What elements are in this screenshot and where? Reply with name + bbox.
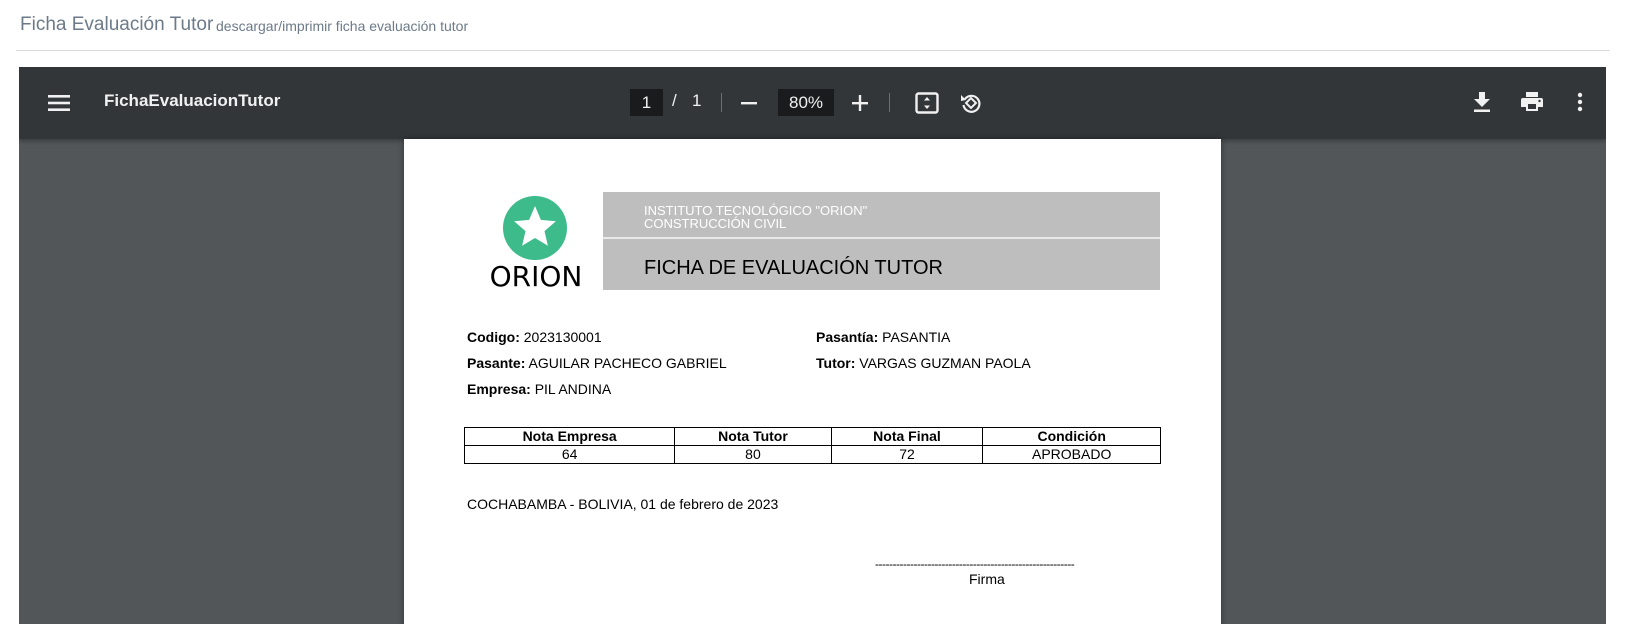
grades-table: Nota Empresa Nota Tutor Nota Final Condi…	[463, 427, 1161, 464]
total-pages: 1	[692, 91, 702, 110]
codigo-field: Codigo: 2023130001	[467, 329, 602, 345]
form-title: FICHA DE EVALUACIÓN TUTOR	[644, 257, 943, 279]
cell-condicion: APROBADO	[982, 445, 1161, 464]
orion-logo: ORION	[489, 195, 584, 293]
header-nota-tutor: Nota Tutor	[674, 427, 832, 446]
zoom-level-input[interactable]: 80%	[778, 89, 834, 116]
toolbar-divider	[889, 93, 890, 112]
signature-label: Firma	[969, 571, 1005, 587]
document-header-box: INSTITUTO TECNOLÓGICO "ORION" CONSTRUCCI…	[603, 192, 1160, 290]
cell-nota-tutor: 80	[674, 445, 832, 464]
tutor-field: Tutor: VARGAS GUZMAN PAOLA	[816, 355, 1031, 371]
page-subtitle: descargar/imprimir ficha evaluación tuto…	[216, 18, 469, 34]
pasantia-field: Pasantía: PASANTIA	[816, 329, 950, 345]
pdf-viewer[interactable]: FichaEvaluacionTutor 1 / 1 80% ORION INS…	[19, 67, 1606, 624]
download-icon[interactable]	[1467, 87, 1497, 117]
toolbar-divider	[721, 93, 722, 112]
empresa-label: Empresa:	[467, 381, 531, 397]
pdf-toolbar: FichaEvaluacionTutor 1 / 1 80%	[19, 67, 1606, 139]
more-options-icon[interactable]	[1570, 87, 1590, 117]
header-divider	[603, 237, 1160, 239]
cell-nota-final: 72	[830, 445, 984, 464]
tutor-label: Tutor:	[816, 355, 856, 371]
cell-nota-empresa: 64	[463, 445, 676, 464]
page-header: Ficha Evaluación Tutor descargar/imprimi…	[16, 0, 1610, 51]
table-row: 64 80 72 APROBADO	[463, 445, 1161, 464]
pasante-label: Pasante:	[467, 355, 526, 371]
pasante-value: AGUILAR PACHECO GABRIEL	[528, 355, 727, 371]
svg-text:ORION: ORION	[490, 260, 583, 289]
fit-page-icon[interactable]	[912, 88, 942, 118]
pasante-field: Pasante: AGUILAR PACHECO GABRIEL	[467, 355, 727, 371]
pasantia-value: PASANTIA	[882, 329, 951, 345]
pasantia-label: Pasantía:	[816, 329, 879, 345]
table-header-row: Nota Empresa Nota Tutor Nota Final Condi…	[463, 427, 1161, 446]
career-name: CONSTRUCCIÓN CIVIL	[644, 216, 787, 231]
header-nota-final: Nota Final	[830, 427, 984, 446]
header-nota-empresa: Nota Empresa	[463, 427, 676, 446]
page-number-input[interactable]: 1	[630, 89, 663, 116]
empresa-field: Empresa: PIL ANDINA	[467, 381, 611, 397]
rotate-icon[interactable]	[956, 88, 986, 118]
print-icon[interactable]	[1516, 87, 1548, 117]
page-title: Ficha Evaluación Tutor	[20, 14, 214, 35]
codigo-value: 2023130001	[523, 329, 602, 345]
codigo-label: Codigo:	[467, 329, 520, 345]
zoom-in-icon[interactable]	[846, 89, 874, 117]
zoom-out-icon[interactable]	[735, 89, 763, 117]
signature-line: ----------------------------------------…	[875, 557, 1075, 571]
empresa-value: PIL ANDINA	[534, 381, 612, 397]
header-condicion: Condición	[982, 427, 1161, 446]
page-separator: /	[672, 91, 677, 110]
pdf-page: ORION INSTITUTO TECNOLÓGICO "ORION" CONS…	[404, 139, 1221, 624]
tutor-value: VARGAS GUZMAN PAOLA	[859, 355, 1031, 371]
document-title: FichaEvaluacionTutor	[104, 91, 281, 110]
city-date: COCHABAMBA - BOLIVIA, 01 de febrero de 2…	[467, 496, 779, 512]
menu-icon[interactable]	[45, 89, 73, 117]
